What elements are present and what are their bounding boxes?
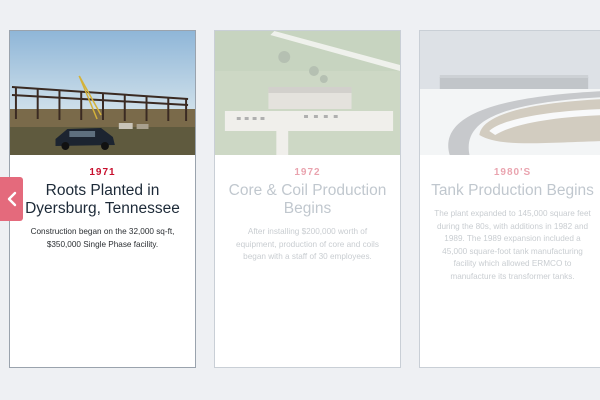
construction-site-photo	[10, 31, 195, 155]
timeline-card-1980s[interactable]: 1980'S Tank Production Begins The plant …	[419, 30, 600, 368]
card-year: 1971	[89, 167, 116, 178]
card-year: 1972	[294, 167, 321, 178]
aerial-plant-photo	[215, 31, 400, 155]
timeline-card-1972[interactable]: 1972 Core & Coil Production Begins After…	[214, 30, 401, 368]
previous-slide-button[interactable]	[0, 177, 23, 221]
timeline-card-1971[interactable]: 1971 Roots Planted in Dyersburg, Tenness…	[9, 30, 196, 368]
card-description: After installing $200,000 worth of equip…	[236, 227, 379, 261]
chevron-left-icon	[7, 191, 16, 207]
card-year: 1980'S	[493, 167, 532, 178]
card-description: The plant expanded to 145,000 square fee…	[434, 209, 591, 281]
card-title: Tank Production Begins	[431, 182, 594, 199]
card-title: Core & Coil Production Begins	[228, 182, 387, 217]
card-description: Construction began on the 32,000 sq-ft, …	[30, 227, 175, 249]
card-title: Roots Planted in Dyersburg, Tennessee	[25, 182, 180, 217]
factory-snow-photo	[420, 31, 600, 155]
